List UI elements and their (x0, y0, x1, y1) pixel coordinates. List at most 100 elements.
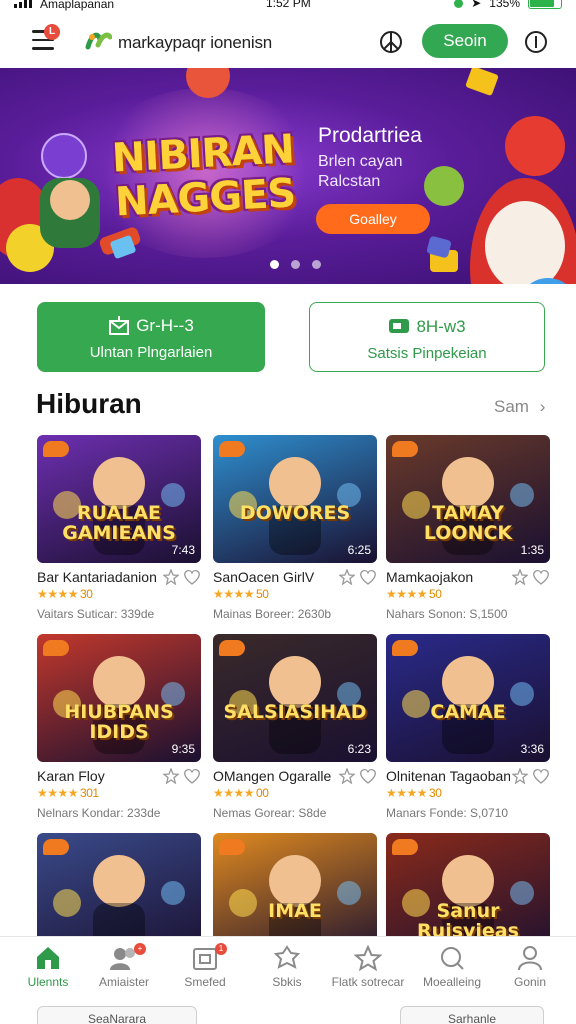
app-title: markaypaqr ionenisn (118, 33, 273, 52)
game-art-title: Sanur Ruisvieas (417, 900, 519, 942)
game-duration: 9:35 (171, 742, 195, 756)
game-title: Mamkaojakon (386, 569, 474, 585)
info-icon[interactable] (524, 30, 548, 54)
game-title: Olnitenan Tagaoban (386, 768, 510, 784)
star-icon (354, 945, 382, 971)
banner-subline: Brlen cayan (318, 153, 403, 170)
rating-stars: ★★★★ 301 (37, 786, 99, 800)
nav-item-badge[interactable]: Sbkis (247, 945, 327, 989)
favorite-star-icon[interactable] (339, 569, 355, 585)
game-card[interactable]: CAMAE 3:36 Olnitenan Tagaoban ★★★★ 30 Manars … (386, 634, 550, 824)
see-all-label: Sam (494, 397, 529, 416)
search-icon (441, 947, 464, 970)
banner-subline: Ralcstan (318, 173, 381, 190)
heart-icon[interactable] (359, 569, 377, 585)
game-art-title: SALSIASIHAD (223, 701, 367, 723)
game-duration: 1:35 (520, 543, 544, 557)
banner-title: NIBIRAN NAGGES (110, 126, 297, 226)
game-duration: 6:23 (347, 742, 371, 756)
nav-item-home[interactable]: Ulennts (8, 945, 88, 989)
rating-value: 301 (80, 786, 99, 800)
secondary-action-button[interactable]: 8H-w3 Satsis Pinpekeian (309, 302, 545, 372)
nav-label: Smefed (184, 975, 226, 989)
recording-dot-icon (454, 0, 464, 8)
favorite-star-icon[interactable] (163, 569, 179, 585)
game-card[interactable]: HIUBPANS IDIDS 9:35 Karan Floy ★★★★ 301 Nelna… (37, 634, 201, 824)
heart-icon[interactable] (183, 768, 201, 784)
nav-label: Flatk sotrecar (331, 975, 405, 989)
game-card[interactable]: SALSIASIHAD 6:23 OMangen Ogaralle ★★★★ 00 Nem… (213, 634, 377, 824)
game-thumbnail[interactable]: DOWORES 6:25 (213, 435, 377, 563)
heart-icon[interactable] (359, 768, 377, 784)
secondary-action-label: Satsis Pinpekeian (367, 345, 487, 362)
carousel-dots[interactable] (270, 260, 321, 269)
game-duration: 3:36 (520, 742, 544, 756)
carousel-dot[interactable] (270, 260, 279, 269)
game-art-title: HIUBPANS IDIDS (64, 701, 174, 743)
carousel-dot[interactable] (312, 260, 321, 269)
game-thumbnail[interactable]: HIUBPANS IDIDS 9:35 (37, 634, 201, 762)
primary-action-code: Gr-H--3 (136, 316, 194, 335)
rating-stars: ★★★★ 00 (213, 786, 269, 800)
nav-item-box[interactable]: 1 Smefed (165, 943, 245, 989)
nav-label: Amiaister (98, 975, 149, 989)
nav-item-profile[interactable]: Gonin (490, 945, 570, 989)
game-card[interactable]: TAMAY LOONCK 1:35 Mamkaojakon ★★★★ 50 Nahars … (386, 435, 550, 625)
nav-label: Gonin (513, 975, 547, 989)
see-all-link[interactable]: Sam › (494, 397, 545, 417)
game-card[interactable]: RUALAE GAMIEANS 7:43 Bar Kantariadanion ★★★… (37, 435, 201, 625)
nav-label: Moealleing (422, 975, 482, 989)
banner-cta-button[interactable]: Goalley (316, 204, 430, 234)
heart-icon[interactable] (532, 569, 550, 585)
heart-icon[interactable] (532, 768, 550, 784)
signal-icon (14, 0, 32, 8)
peace-icon[interactable] (379, 30, 403, 54)
favorite-star-icon[interactable] (512, 569, 528, 585)
game-title: OMangen Ogaralle (213, 768, 332, 784)
favorite-star-icon[interactable] (339, 768, 355, 784)
battery-percent: 135% (489, 0, 520, 10)
game-duration: 6:25 (347, 543, 371, 557)
battery-icon (528, 0, 562, 9)
rating-stars: ★★★★ 50 (213, 587, 269, 601)
game-art-title: IMAE (268, 900, 322, 922)
gift-icon (109, 316, 130, 335)
game-art-title: CAMAE (430, 701, 506, 723)
heart-icon[interactable] (183, 569, 201, 585)
signin-button[interactable]: Seoin (422, 24, 508, 58)
bottom-nav: Ulennts + Amiaister 1 Smefed Sbkis Flatk… (0, 936, 576, 1006)
profile-icon (518, 946, 542, 971)
carousel-dot[interactable] (291, 260, 300, 269)
location-arrow-icon: ➤ (471, 0, 482, 10)
favorite-star-icon[interactable] (512, 768, 528, 784)
app-header: L markaypaqr ionenisn Seoin (0, 14, 576, 68)
game-meta: Nahars Sonon: S,1500 (386, 607, 508, 621)
game-thumbnail[interactable]: TAMAY LOONCK 1:35 (386, 435, 550, 563)
section-title: Hiburan (36, 388, 142, 419)
game-thumbnail[interactable]: CAMAE 3:36 (386, 634, 550, 762)
nav-item-users[interactable]: + Amiaister (84, 943, 164, 989)
game-title: Karan Floy (37, 768, 105, 784)
badge-icon (273, 945, 301, 969)
game-meta: Mainas Boreer: 2630b (213, 607, 332, 621)
peek-button-right[interactable]: Sarhanle (400, 1006, 544, 1024)
game-duration: 7:43 (171, 543, 195, 557)
game-card[interactable]: DOWORES 6:25 SanOacen GirlV ★★★★ 50 Mainas Bo… (213, 435, 377, 625)
chevron-right-icon: › (539, 397, 546, 416)
rating-stars: ★★★★ 50 (386, 587, 442, 601)
game-thumbnail[interactable]: SALSIASIHAD 6:23 (213, 634, 377, 762)
logo-icon (85, 32, 112, 50)
clock: 1:52 PM (266, 0, 311, 10)
peek-button-left[interactable]: SeaNarara (37, 1006, 197, 1024)
rating-value: 50 (256, 587, 269, 601)
favorite-star-icon[interactable] (163, 768, 179, 784)
rating-value: 50 (429, 587, 442, 601)
hero-banner[interactable]: NIBIRAN NAGGES Prodartriea Brlen cayan R… (0, 68, 576, 284)
primary-action-button[interactable]: Gr-H--3 Ulntan Plngarlaien (37, 302, 265, 372)
game-meta: Nelnars Kondar: 233de (37, 806, 161, 820)
nav-badge: 1 (215, 943, 227, 955)
game-art-title: RUALAE GAMIEANS (62, 502, 176, 544)
nav-item-favorites[interactable]: Flatk sotrecar (328, 945, 408, 989)
game-thumbnail[interactable]: RUALAE GAMIEANS 7:43 (37, 435, 201, 563)
nav-item-search[interactable]: Moealleing (412, 945, 492, 989)
